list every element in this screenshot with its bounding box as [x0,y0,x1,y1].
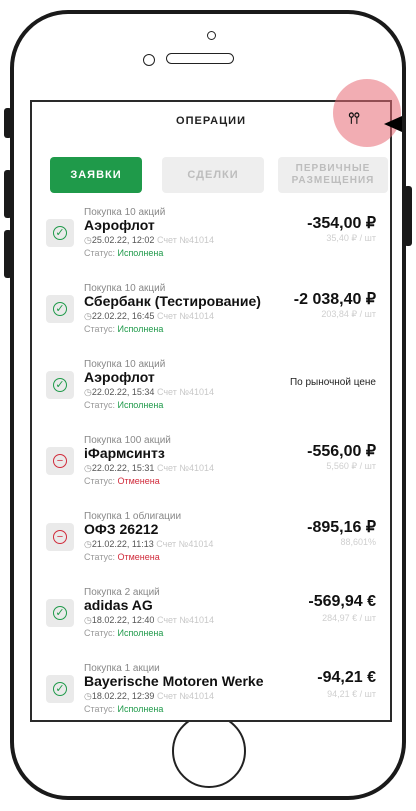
status-check-icon: ✓ [46,599,74,627]
instrument-name: adidas AG [84,597,153,613]
instrument-name: Bayerische Motoren Werke [84,673,264,689]
account-number: Счет №41014 [156,615,215,625]
status-line: Статус: Отменена [84,476,160,486]
tab-deals[interactable]: СДЕЛКИ [162,157,264,193]
status-value: Исполнена [117,400,164,410]
order-amount: -354,00 ₽ [307,215,376,232]
status-check-icon: ✓ [46,295,74,323]
order-meta: ◷22.02.22, 15:34 Счет №41014 [84,387,214,398]
status-value: Исполнена [117,628,164,638]
status-value: Отменена [117,552,160,562]
pointer-arrow-icon [384,116,402,132]
account-number: Счет №41014 [156,539,214,549]
instrument-name: Аэрофлот [84,217,155,233]
account-number: Счет №41014 [156,691,215,701]
instrument-name: Сбербанк (Тестирование) [84,293,261,309]
status-value: Исполнена [117,248,164,258]
status-label: Статус: [84,704,115,714]
clock-icon: ◷ [84,539,92,549]
status-check-icon: ✓ [46,219,74,247]
order-date: 18.02.22, 12:39 [91,691,155,701]
unit-price: 284,97 € / шт [322,613,376,623]
list-item[interactable]: ✓ Покупка 2 акций adidas AG ◷18.02.22, 1… [32,587,390,663]
list-item[interactable]: ✓ Покупка 10 акций Аэрофлот ◷25.02.22, 1… [32,207,390,283]
instrument-name: Аэрофлот [84,369,155,385]
order-amount: -2 038,40 ₽ [293,291,376,308]
order-amount: -556,00 ₽ [307,443,376,460]
list-item[interactable]: ✓ Покупка 1 акции Bayerische Motoren Wer… [32,663,390,720]
app-screen: ОПЕРАЦИИ ЗАЯВКИ СДЕЛКИ ПЕРВИЧНЫЕ РАЗМЕЩЕ… [30,100,392,722]
status-cancel-icon: − [46,447,74,475]
status-label: Статус: [84,628,115,638]
unit-price: 5,560 ₽ / шт [326,461,376,471]
order-meta: ◷25.02.22, 12:02 Счет №41014 [84,235,214,246]
order-date: 18.02.22, 12:40 [91,615,155,625]
order-meta: ◷18.02.22, 12:39 Счет №41014 [84,691,214,702]
tab-bar: ЗАЯВКИ СДЕЛКИ ПЕРВИЧНЫЕ РАЗМЕЩЕНИЯ [50,157,390,193]
unit-price: 94,21 € / шт [327,689,376,699]
status-check-icon: ✓ [46,371,74,399]
order-date: 21.02.22, 11:13 [91,539,154,549]
list-item[interactable]: ✓ Покупка 10 акций Сбербанк (Тестировани… [32,283,390,359]
status-label: Статус: [84,476,115,486]
proximity-sensor [207,31,216,40]
status-label: Статус: [84,552,115,562]
order-date: 25.02.22, 12:02 [91,235,155,245]
order-date: 22.02.22, 15:31 [91,463,155,473]
status-label: Статус: [84,400,115,410]
order-meta: ◷18.02.22, 12:40 Счет №41014 [84,615,214,626]
status-line: Статус: Исполнена [84,400,163,410]
list-item[interactable]: − Покупка 100 акций iФармсинтз ◷22.02.22… [32,435,390,511]
tab-primary-placements[interactable]: ПЕРВИЧНЫЕ РАЗМЕЩЕНИЯ [278,157,388,193]
instrument-name: iФармсинтз [84,445,165,461]
unit-price: 88,601% [340,537,376,547]
unit-price: 35,40 ₽ / шт [326,233,376,243]
list-item[interactable]: ✓ Покупка 10 акций Аэрофлот ◷22.02.22, 1… [32,359,390,435]
account-number: Счет №41014 [156,311,215,321]
order-meta: ◷22.02.22, 16:45 Счет №41014 [84,311,214,322]
status-value: Исполнена [117,324,164,334]
clock-icon: ◷ [84,387,92,397]
status-line: Статус: Исполнена [84,324,163,334]
account-number: Счет №41014 [156,235,215,245]
status-cancel-icon: − [46,523,74,551]
status-label: Статус: [84,248,115,258]
account-number: Счет №41014 [156,463,215,473]
clock-icon: ◷ [84,235,92,245]
filter-highlight [333,79,401,147]
order-date: 22.02.22, 15:34 [91,387,155,397]
status-value: Исполнена [117,704,164,714]
status-line: Статус: Исполнена [84,704,163,714]
status-line: Статус: Исполнена [84,248,163,258]
order-date: 22.02.22, 16:45 [91,311,155,321]
status-label: Статус: [84,324,115,334]
order-amount: -94,21 € [317,669,376,686]
status-check-icon: ✓ [46,675,74,703]
list-item[interactable]: − Покупка 1 облигации ОФЗ 26212 ◷21.02.2… [32,511,390,587]
status-value: Отменена [117,476,160,486]
clock-icon: ◷ [84,691,92,701]
tab-orders[interactable]: ЗАЯВКИ [50,157,142,193]
status-line: Статус: Исполнена [84,628,163,638]
order-amount: -569,94 € [308,593,376,610]
status-line: Статус: Отменена [84,552,160,562]
order-amount: По рыночной цене [289,377,376,388]
order-meta: ◷21.02.22, 11:13 Счет №41014 [84,539,213,550]
clock-icon: ◷ [84,463,92,473]
earpiece-speaker [166,53,234,64]
instrument-name: ОФЗ 26212 [84,521,159,537]
sliders-icon[interactable]: ⫯⫯ [348,110,360,127]
order-meta: ◷22.02.22, 15:31 Счет №41014 [84,463,214,474]
unit-price: 203,84 ₽ / шт [321,309,376,319]
clock-icon: ◷ [84,615,92,625]
order-amount: -895,16 ₽ [307,519,376,536]
home-button[interactable] [172,714,246,788]
clock-icon: ◷ [84,311,92,321]
account-number: Счет №41014 [156,387,215,397]
front-camera [143,54,155,66]
